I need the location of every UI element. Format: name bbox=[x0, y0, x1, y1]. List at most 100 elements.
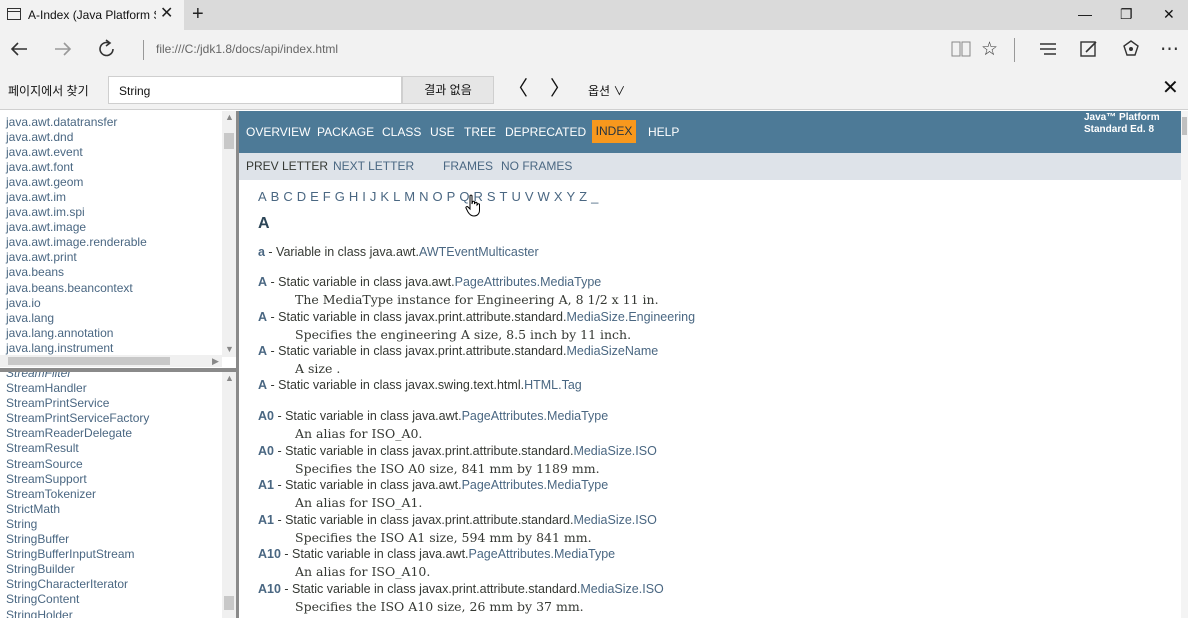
class-link[interactable]: StringBufferInputStream bbox=[6, 547, 149, 562]
package-link[interactable]: java.awt.image bbox=[6, 220, 147, 235]
package-link[interactable]: java.awt.image.renderable bbox=[6, 235, 147, 250]
class-link[interactable]: StringHolder bbox=[6, 608, 149, 618]
package-link[interactable]: java.io bbox=[6, 296, 147, 311]
class-link[interactable]: StrictMath bbox=[6, 502, 149, 517]
favorite-star-icon[interactable]: ☆ bbox=[981, 38, 998, 62]
entry-class-link[interactable]: MediaSize.Engineering bbox=[566, 310, 695, 324]
class-link[interactable]: StringCharacterIterator bbox=[6, 577, 149, 592]
scroll-up-icon[interactable]: ▲ bbox=[225, 373, 234, 383]
letter-link[interactable]: F bbox=[323, 189, 331, 204]
frames-link[interactable]: FRAMES bbox=[443, 159, 493, 173]
minimize-icon[interactable]: — bbox=[1078, 4, 1092, 24]
class-link[interactable]: StreamPrintService bbox=[6, 396, 149, 411]
find-options-button[interactable]: 옵션 ∨ bbox=[588, 82, 625, 99]
letter-link[interactable]: W bbox=[538, 189, 550, 204]
letter-link[interactable]: D bbox=[297, 189, 306, 204]
package-link[interactable]: java.lang bbox=[6, 311, 147, 326]
letter-link[interactable]: P bbox=[447, 189, 456, 204]
nav-deprecated-link[interactable]: DEPRECATED bbox=[505, 125, 586, 139]
letter-link[interactable]: _ bbox=[591, 189, 598, 204]
package-horizontal-scrollbar[interactable]: ▶ bbox=[0, 355, 222, 367]
package-link[interactable]: java.lang.annotation bbox=[6, 326, 147, 341]
web-note-icon[interactable] bbox=[1078, 38, 1100, 67]
letter-link[interactable]: I bbox=[362, 189, 366, 204]
nav-package-link[interactable]: PACKAGE bbox=[317, 125, 374, 139]
class-link[interactable]: StreamFilter bbox=[6, 372, 149, 381]
find-previous-icon[interactable]: 〈 bbox=[508, 78, 528, 100]
letter-link[interactable]: U bbox=[511, 189, 520, 204]
scroll-down-icon[interactable]: ▼ bbox=[225, 344, 234, 354]
class-link[interactable]: StreamSupport bbox=[6, 472, 149, 487]
class-link[interactable]: StreamSource bbox=[6, 457, 149, 472]
entry-class-link[interactable]: MediaSizeName bbox=[566, 344, 658, 358]
entry-term-link[interactable]: A bbox=[258, 310, 267, 324]
package-vertical-scrollbar[interactable]: ▲ ▼ bbox=[222, 111, 236, 357]
entry-term-link[interactable]: A1 bbox=[258, 513, 274, 527]
package-link[interactable]: java.awt.font bbox=[6, 160, 147, 175]
letter-link[interactable]: G bbox=[335, 189, 345, 204]
letter-link[interactable]: O bbox=[433, 189, 443, 204]
entry-term-link[interactable]: A bbox=[258, 275, 267, 289]
no-frames-link[interactable]: NO FRAMES bbox=[501, 159, 572, 173]
address-bar[interactable]: file:///C:/jdk1.8/docs/api/index.html bbox=[156, 42, 338, 56]
find-close-icon[interactable]: ✕ bbox=[1162, 77, 1179, 99]
back-icon[interactable] bbox=[8, 38, 30, 65]
entry-term-link[interactable]: a bbox=[258, 245, 265, 259]
restore-icon[interactable]: ❐ bbox=[1120, 4, 1133, 24]
letter-link[interactable]: N bbox=[419, 189, 428, 204]
entry-class-link[interactable]: PageAttributes.MediaType bbox=[455, 275, 602, 289]
entry-class-link[interactable]: HTML.Tag bbox=[524, 378, 582, 392]
class-link[interactable]: StringContent bbox=[6, 592, 149, 607]
entry-term-link[interactable]: A bbox=[258, 344, 267, 358]
next-letter-link[interactable]: NEXT LETTER bbox=[333, 159, 414, 173]
find-input[interactable]: String bbox=[108, 76, 402, 104]
new-tab-icon[interactable]: + bbox=[192, 3, 204, 25]
letter-link[interactable]: H bbox=[349, 189, 358, 204]
window-close-icon[interactable]: ✕ bbox=[1163, 4, 1175, 24]
refresh-icon[interactable] bbox=[96, 38, 118, 65]
package-link[interactable]: java.awt.print bbox=[6, 250, 147, 265]
class-link[interactable]: StreamResult bbox=[6, 441, 149, 456]
class-link[interactable]: String bbox=[6, 517, 149, 532]
package-link[interactable]: java.beans bbox=[6, 265, 147, 280]
entry-term-link[interactable]: A0 bbox=[258, 444, 274, 458]
scrollbar-thumb[interactable] bbox=[8, 357, 170, 365]
entry-class-link[interactable]: MediaSize.ISO bbox=[580, 582, 663, 596]
forward-icon[interactable] bbox=[52, 38, 74, 65]
find-next-icon[interactable]: 〉 bbox=[550, 78, 570, 100]
scroll-up-icon[interactable]: ▲ bbox=[225, 112, 234, 122]
scrollbar-thumb[interactable] bbox=[224, 596, 234, 610]
reading-view-icon[interactable] bbox=[950, 38, 972, 67]
scrollbar-thumb[interactable] bbox=[224, 133, 234, 149]
package-link[interactable]: java.awt.event bbox=[6, 145, 147, 160]
class-link[interactable]: StringBuilder bbox=[6, 562, 149, 577]
letter-link[interactable]: K bbox=[380, 189, 389, 204]
entry-class-link[interactable]: AWTEventMulticaster bbox=[419, 245, 539, 259]
class-link[interactable]: StringBuffer bbox=[6, 532, 149, 547]
hub-icon[interactable] bbox=[1037, 38, 1059, 67]
letter-link[interactable]: V bbox=[525, 189, 534, 204]
letter-link[interactable]: A bbox=[258, 189, 267, 204]
letter-link[interactable]: E bbox=[310, 189, 319, 204]
entry-term-link[interactable]: A0 bbox=[258, 409, 274, 423]
content-vertical-scrollbar[interactable] bbox=[1181, 111, 1188, 618]
entry-term-link[interactable]: A10 bbox=[258, 547, 281, 561]
browser-tab[interactable]: A-Index (Java Platform S ✕ bbox=[0, 0, 184, 30]
class-link[interactable]: StreamPrintServiceFactory bbox=[6, 411, 149, 426]
class-link[interactable]: StreamTokenizer bbox=[6, 487, 149, 502]
entry-term-link[interactable]: A bbox=[258, 378, 267, 392]
entry-term-link[interactable]: A10 bbox=[258, 582, 281, 596]
share-icon[interactable] bbox=[1120, 38, 1142, 67]
package-link[interactable]: java.awt.geom bbox=[6, 175, 147, 190]
letter-link[interactable]: J bbox=[370, 189, 377, 204]
package-link[interactable]: java.lang.instrument bbox=[6, 341, 147, 356]
package-link[interactable]: java.awt.dnd bbox=[6, 130, 147, 145]
letter-link[interactable]: T bbox=[500, 189, 508, 204]
entry-term-link[interactable]: A1 bbox=[258, 478, 274, 492]
nav-use-link[interactable]: USE bbox=[430, 125, 455, 139]
entry-class-link[interactable]: PageAttributes.MediaType bbox=[469, 547, 616, 561]
class-link[interactable]: StreamReaderDelegate bbox=[6, 426, 149, 441]
nav-tree-link[interactable]: TREE bbox=[464, 125, 496, 139]
nav-overview-link[interactable]: OVERVIEW bbox=[246, 125, 310, 139]
letter-link[interactable]: Y bbox=[566, 189, 575, 204]
